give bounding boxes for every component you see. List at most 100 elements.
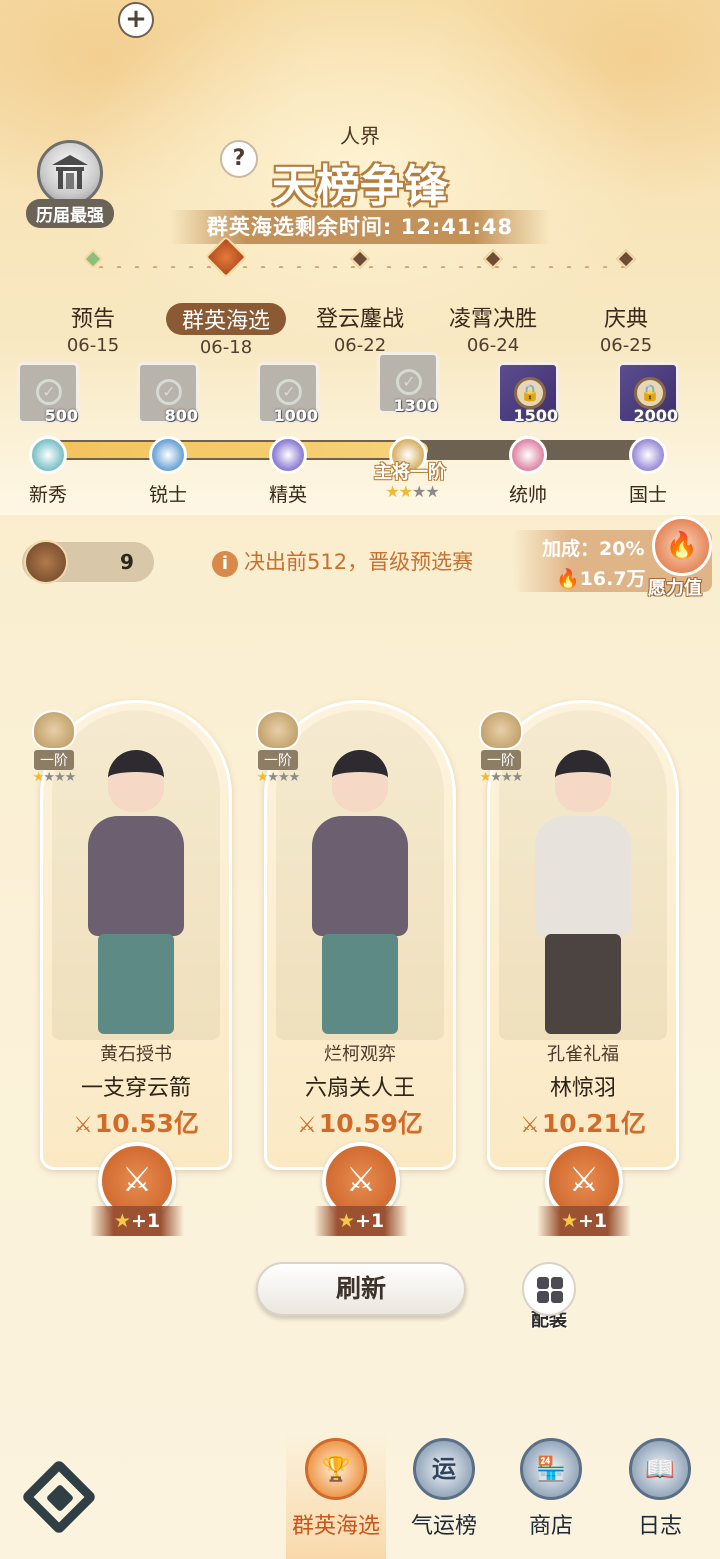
crossed-swords-icon: ⚔ — [568, 1160, 600, 1200]
rank-emblem-icon — [479, 710, 523, 750]
rank-tier-name: 统帅 — [508, 484, 547, 506]
reward-chest[interactable]: ✓ 1300 — [377, 352, 439, 415]
opponent-name: 六扇关人王 — [304, 1076, 415, 1101]
bonus-value-text: 16.7万 — [579, 568, 646, 590]
rank-badge-icon — [269, 436, 307, 474]
add-tickets-button[interactable]: + — [118, 2, 154, 38]
trophy-icon: 🏆 — [305, 1438, 367, 1500]
stage-name: 登云鏖战 — [315, 307, 404, 332]
character-body — [312, 816, 408, 936]
countdown-label: 群英海选剩余时间: — [206, 215, 393, 239]
opponent-name: 一支穿云箭 — [80, 1076, 191, 1101]
rank-tier-1[interactable]: ✓ 500 新秀 — [13, 362, 83, 507]
opponent-card[interactable]: 一阶 ★★★★ 孔雀礼福 林惊羽 ⚔10.21亿 ⚔ ★+1 — [479, 700, 679, 1236]
nav-label: 气运榜 — [410, 1514, 477, 1539]
rank-emblem-icon — [256, 710, 300, 750]
lock-icon: 🔒 — [634, 377, 666, 409]
stage-2[interactable]: 群英海选 06-18 — [161, 235, 291, 358]
reward-chest[interactable]: 🔒 1500 — [497, 362, 559, 425]
opponent-power: ⚔10.59亿 — [264, 1104, 456, 1140]
star-reward-value: +1 — [130, 1210, 161, 1232]
star-reward: ★+1 — [314, 1206, 408, 1236]
star-icon: ★ — [113, 1210, 131, 1232]
star-filled-icon: ★ — [479, 770, 492, 785]
reward-amount: 1300 — [393, 396, 438, 415]
stage-5[interactable]: 庆典 06-25 — [561, 249, 691, 356]
star-filled-icon: ★ — [398, 482, 413, 501]
character-head — [555, 750, 611, 812]
reward-chest[interactable]: ✓ 500 — [17, 362, 79, 425]
nav-tab-3[interactable]: 🏪 商店 — [501, 1438, 601, 1540]
reward-chest[interactable]: ✓ 1000 — [257, 362, 319, 425]
check-icon: ✓ — [156, 379, 182, 405]
nav-tab-2[interactable]: 运气运榜 — [394, 1438, 494, 1540]
stage-marker-icon — [616, 249, 636, 269]
refresh-button[interactable]: 刷新 — [256, 1262, 466, 1316]
rank-emblem-icon — [32, 710, 76, 750]
nav-tab-4[interactable]: 📖 日志 — [610, 1438, 710, 1540]
crossed-swords-icon: ⚔ — [121, 1160, 153, 1200]
rank-tier-name: 锐士 — [148, 484, 187, 506]
nav-label: 群英海选 — [291, 1514, 380, 1539]
current-rank-stars: ★★★★ — [372, 482, 452, 501]
stage-4[interactable]: 凌霄决胜 06-24 — [428, 249, 558, 356]
rank-tier-4[interactable]: ✓ 1300 — [373, 352, 443, 474]
power-value: 10.59亿 — [318, 1109, 423, 1138]
star-empty-icon: ★ — [425, 482, 439, 501]
star-filled-icon: ★ — [385, 482, 399, 501]
star-empty-icon: ★ — [64, 770, 77, 785]
wish-power-button[interactable]: 🔥 — [652, 516, 712, 576]
stage-name: 庆典 — [603, 307, 648, 332]
character-head — [332, 750, 388, 812]
power-value: 10.53亿 — [94, 1109, 199, 1138]
stage-1[interactable]: 预告 06-15 — [28, 249, 158, 356]
rank-tier-5[interactable]: 🔒 1500 统帅 — [493, 362, 563, 507]
home-diamond-icon[interactable] — [20, 1458, 98, 1536]
realm-label: 人界 — [340, 124, 380, 148]
loadout-button[interactable]: 配装 — [520, 1262, 578, 1332]
log-icon: 📖 — [629, 1438, 691, 1500]
rank-tier-name: 新秀 — [28, 484, 67, 506]
info-icon: i — [212, 551, 238, 577]
rank-level: 一阶 — [258, 750, 298, 770]
star-reward-value: +1 — [577, 1210, 608, 1232]
opponent-name: 林惊羽 — [549, 1076, 616, 1101]
opponent-power: ⚔10.53亿 — [40, 1104, 232, 1140]
star-filled-icon: ★ — [32, 770, 45, 785]
stage-name: 群英海选 — [165, 303, 286, 335]
rank-badge-icon — [629, 436, 667, 474]
character-legs — [98, 934, 174, 1034]
stage-marker-icon — [83, 249, 103, 269]
star-reward: ★+1 — [537, 1206, 631, 1236]
lock-icon: 🔒 — [514, 377, 546, 409]
ticket-icon — [24, 540, 68, 584]
rank-progress-fill — [46, 442, 428, 458]
shop-icon: 🏪 — [520, 1438, 582, 1500]
rank-tier-2[interactable]: ✓ 800 锐士 — [133, 362, 203, 507]
swords-icon: ⚔ — [297, 1113, 317, 1138]
notice-text: 决出前512，晋级预选赛 — [244, 550, 474, 574]
rank-tier-6[interactable]: 🔒 2000 国士 — [613, 362, 683, 507]
character-legs — [322, 934, 398, 1034]
rank-badge-icon — [149, 436, 187, 474]
star-empty-icon: ★ — [54, 770, 66, 785]
nav-tab-1[interactable]: 🏆 群英海选 — [286, 1438, 386, 1540]
star-empty-icon: ★ — [267, 770, 279, 785]
rank-level: 一阶 — [34, 750, 74, 770]
opponent-card[interactable]: 一阶 ★★★★ 黄石授书 一支穿云箭 ⚔10.53亿 ⚔ ★+1 — [32, 700, 232, 1236]
opponent-stars: ★★★★ — [479, 770, 524, 785]
star-empty-icon: ★ — [501, 770, 513, 785]
character-portrait — [304, 730, 416, 1034]
wish-power-label: 愿力值 — [648, 578, 702, 599]
reward-chest[interactable]: 🔒 2000 — [617, 362, 679, 425]
character-legs — [545, 934, 621, 1034]
opponent-card[interactable]: 一阶 ★★★★ 烂柯观弈 六扇关人王 ⚔10.59亿 ⚔ ★+1 — [256, 700, 456, 1236]
rank-stars: ★★★★ — [248, 770, 308, 785]
nav-label: 商店 — [528, 1514, 573, 1539]
rank-tier-name: 精英 — [268, 484, 307, 506]
opponent-title: 黄石授书 — [100, 1044, 172, 1065]
fortune-icon: 运 — [413, 1438, 475, 1500]
reward-chest[interactable]: ✓ 800 — [137, 362, 199, 425]
rank-tier-3[interactable]: ✓ 1000 精英 — [253, 362, 323, 507]
stage-3[interactable]: 登云鏖战 06-22 — [295, 249, 425, 356]
